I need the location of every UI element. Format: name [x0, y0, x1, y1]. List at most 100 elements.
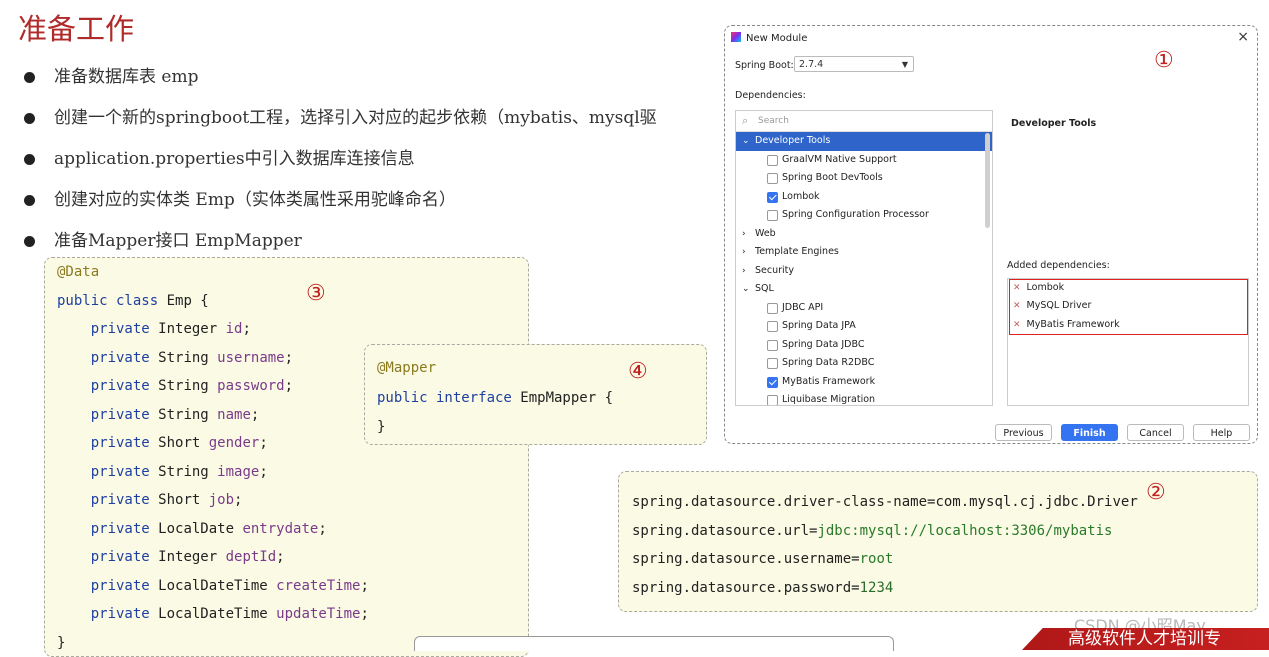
dependency-item[interactable]: Liquibase Migration — [736, 391, 992, 406]
added-dependency-item[interactable]: ✕MySQL Driver — [1013, 297, 1091, 315]
dependency-checkbox[interactable] — [767, 173, 778, 184]
semicolon: ; — [259, 464, 267, 480]
chevron-right-icon[interactable]: › — [742, 225, 746, 244]
dependency-checkbox[interactable] — [767, 155, 778, 166]
added-dependencies-label: Added dependencies: — [1007, 260, 1110, 271]
bullet-list: 准备数据库表 emp 创建一个新的springboot工程，选择引入对应的起步依… — [22, 62, 657, 267]
field-declaration: private Short job; — [57, 486, 528, 515]
tree-group[interactable]: ›Template Engines — [736, 243, 992, 262]
field-declaration: private LocalDate entrydate; — [57, 515, 528, 544]
dependency-item[interactable]: Lombok — [736, 188, 992, 207]
tree-group-label: Security — [755, 262, 794, 281]
modifier-keyword: private — [91, 435, 150, 451]
cancel-button[interactable]: Cancel — [1127, 424, 1184, 441]
semicolon: ; — [234, 492, 242, 508]
field-type: LocalDateTime — [150, 578, 276, 594]
dependency-label: Liquibase Migration — [782, 391, 875, 406]
tree-group[interactable]: ⌄SQL — [736, 280, 992, 299]
property-key: spring.datasource.username — [632, 551, 851, 567]
dependency-label: Spring Boot DevTools — [782, 169, 883, 188]
semicolon: ; — [251, 407, 259, 423]
dependency-checkbox[interactable] — [767, 303, 778, 314]
property-line: spring.datasource.url=jdbc:mysql://local… — [632, 517, 1257, 546]
finish-button[interactable]: Finish — [1061, 424, 1118, 441]
chevron-down-icon[interactable]: ⌄ — [742, 280, 750, 299]
dialog-title: New Module — [731, 32, 807, 44]
dependency-item[interactable]: JDBC API — [736, 299, 992, 318]
tree-group-label: Developer Tools — [755, 132, 830, 151]
dependency-label: MyBatis Framework — [782, 373, 875, 392]
field-type: Integer — [150, 321, 226, 337]
annotation: @Mapper — [377, 360, 436, 376]
field-type: String — [150, 464, 217, 480]
dependency-item[interactable]: Spring Data JDBC — [736, 336, 992, 355]
scrollbar[interactable] — [985, 133, 990, 228]
spring-boot-version-select[interactable]: 2.7.4 ▼ — [794, 56, 914, 72]
field-name: gender — [209, 435, 260, 451]
dependency-checkbox[interactable] — [767, 321, 778, 332]
semicolon: ; — [259, 435, 267, 451]
tree-group[interactable]: ⌄ Developer Tools — [736, 132, 992, 151]
dependency-item[interactable]: GraalVM Native Support — [736, 151, 992, 170]
semicolon: ; — [285, 350, 293, 366]
field-name: deptId — [226, 549, 277, 565]
bullet-item: application.properties中引入数据库连接信息 — [22, 144, 657, 185]
field-name: image — [217, 464, 259, 480]
added-dependency-item[interactable]: ✕Lombok — [1013, 279, 1064, 297]
dependency-checkbox[interactable] — [767, 377, 778, 388]
search-input[interactable]: ⌕ Search — [736, 111, 992, 132]
dependency-item[interactable]: MyBatis Framework — [736, 373, 992, 392]
tree-group-label: Web — [755, 225, 776, 244]
field-declaration: private Integer id; — [57, 315, 528, 344]
semicolon: ; — [318, 521, 326, 537]
annotation: @Data — [57, 264, 99, 280]
dependency-checkbox[interactable] — [767, 358, 778, 369]
modifier-keyword: private — [91, 321, 150, 337]
dependency-item[interactable]: Spring Data JPA — [736, 317, 992, 336]
dependency-checkbox[interactable] — [767, 210, 778, 221]
help-button[interactable]: Help — [1193, 424, 1250, 441]
chevron-down-icon[interactable]: ⌄ — [742, 132, 750, 151]
semicolon: ; — [276, 549, 284, 565]
detail-title: Developer Tools — [1011, 118, 1096, 129]
interface-name: EmpMapper { — [512, 390, 613, 406]
modifier-keyword: private — [91, 378, 150, 394]
modifier-keyword: private — [91, 521, 150, 537]
property-value: com.mysql.cj.jdbc.Driver — [935, 494, 1137, 510]
added-dependency-item[interactable]: ✕MyBatis Framework — [1013, 316, 1120, 334]
semicolon: ; — [285, 378, 293, 394]
tree-group[interactable]: › Security — [736, 262, 992, 281]
remove-icon[interactable]: ✕ — [1013, 301, 1021, 311]
dependency-item[interactable]: Spring Boot DevTools — [736, 169, 992, 188]
dependency-checkbox[interactable] — [767, 340, 778, 351]
dependency-label: Spring Data R2DBC — [782, 354, 874, 373]
chevron-right-icon[interactable]: › — [742, 262, 746, 281]
property-value: jdbc:mysql://localhost:3306/mybatis — [817, 523, 1112, 539]
property-value: root — [860, 551, 894, 567]
remove-icon[interactable]: ✕ — [1013, 320, 1021, 330]
dependency-label: GraalVM Native Support — [782, 151, 897, 170]
modifier-keyword: private — [91, 492, 150, 508]
dependency-checkbox[interactable] — [767, 192, 778, 203]
semicolon: ; — [360, 578, 368, 594]
property-line: spring.datasource.password=1234 — [632, 574, 1257, 603]
field-name: id — [226, 321, 243, 337]
search-icon: ⌕ — [742, 111, 748, 131]
dependency-checkbox[interactable] — [767, 395, 778, 406]
close-icon[interactable]: × — [1237, 29, 1249, 45]
field-name: job — [209, 492, 234, 508]
field-declaration: private LocalDateTime createTime; — [57, 572, 528, 601]
remove-icon[interactable]: ✕ — [1013, 283, 1021, 293]
modifier-keyword: private — [91, 407, 150, 423]
field-declaration: private String image; — [57, 458, 528, 487]
dependency-item[interactable]: Spring Data R2DBC — [736, 354, 992, 373]
property-key: spring.datasource.url — [632, 523, 809, 539]
field-name: createTime — [276, 578, 360, 594]
chevron-down-icon: ▼ — [902, 57, 908, 73]
previous-button[interactable]: Previous — [995, 424, 1052, 441]
chevron-right-icon[interactable]: › — [742, 243, 746, 262]
property-key: spring.datasource.password — [632, 580, 851, 596]
field-declaration: private Integer deptId; — [57, 543, 528, 572]
dependency-item[interactable]: Spring Configuration Processor — [736, 206, 992, 225]
tree-group[interactable]: › Web — [736, 225, 992, 244]
